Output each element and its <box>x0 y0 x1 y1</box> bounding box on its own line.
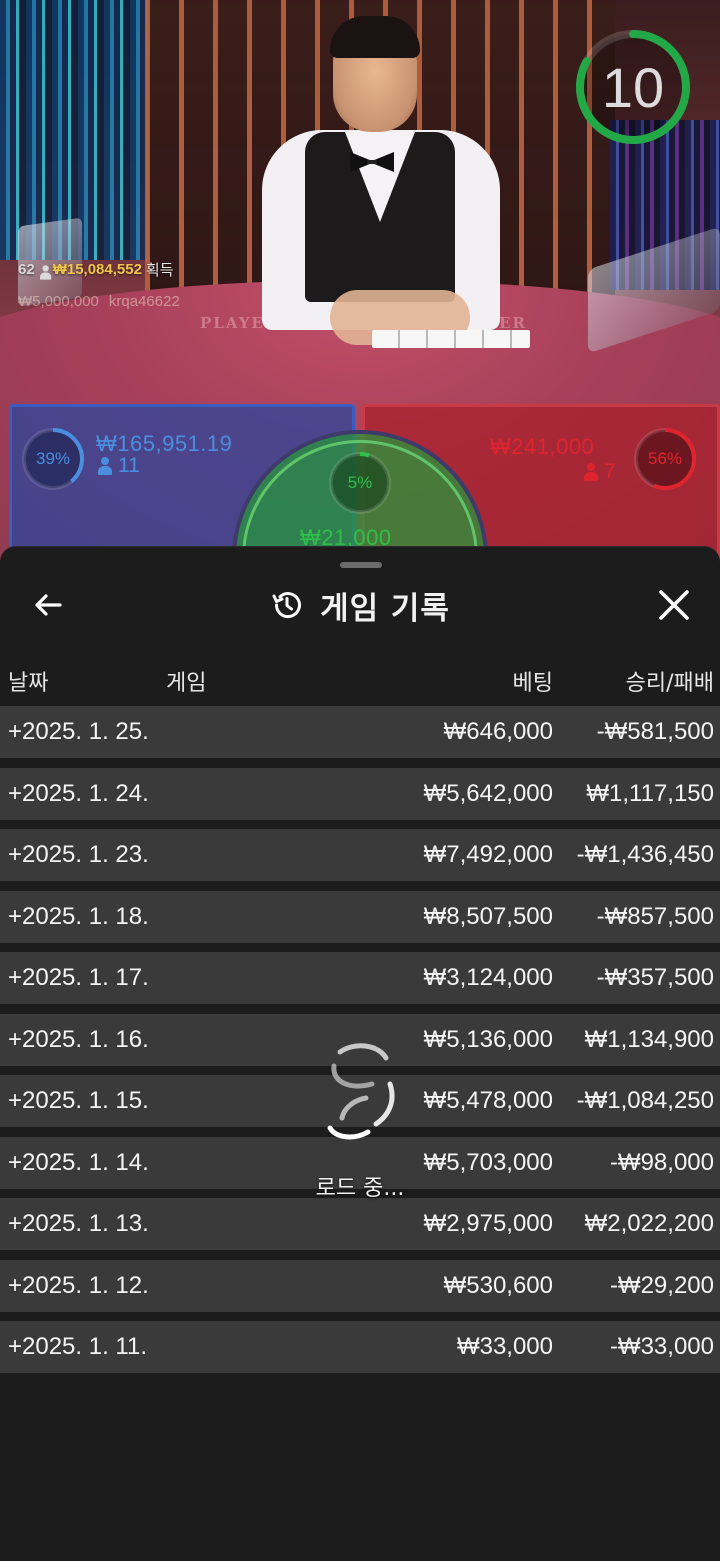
table-row[interactable]: +2025. 1. 25. ₩646,000 -₩581,500 <box>0 706 720 758</box>
row-bet: ₩5,703,000 <box>423 1148 553 1176</box>
winners-count: 62 <box>18 261 35 278</box>
row-date: +2025. 1. 12. <box>8 1271 149 1299</box>
person-icon <box>39 264 51 280</box>
row-result: -₩1,084,250 <box>576 1087 714 1114</box>
row-result: -₩29,200 <box>609 1271 714 1299</box>
banker-percent: 56% <box>647 449 683 468</box>
row-result: ₩1,117,150 <box>586 779 714 807</box>
dealt-cards <box>372 330 530 348</box>
sheet-header: 게임 기록 <box>0 575 720 635</box>
sheet-title-wrap: 게임 기록 <box>0 575 720 635</box>
winners-label: 획득 <box>145 262 174 279</box>
person-icon <box>584 463 598 481</box>
row-date: +2025. 1. 23. <box>8 841 149 868</box>
row-bet: ₩7,492,000 <box>423 841 553 868</box>
row-bet: ₩5,642,000 <box>423 779 553 807</box>
row-date: +2025. 1. 24. <box>8 779 149 807</box>
player-bettors: 11 <box>98 454 140 478</box>
row-bet: ₩530,600 <box>443 1271 553 1299</box>
banker-stake: ₩241,000 <box>490 434 595 459</box>
player-bettors-count: 11 <box>118 454 140 477</box>
table-row[interactable]: +2025. 1. 11. ₩33,000 -₩33,000 <box>0 1321 720 1373</box>
row-date: +2025. 1. 25. <box>8 718 149 745</box>
tie-percent: 5% <box>347 473 373 492</box>
top-winner-username: krqa46622 <box>108 293 180 310</box>
row-bet: ₩2,975,000 <box>423 1210 553 1237</box>
table-row[interactable]: +2025. 1. 24. ₩5,642,000 ₩1,117,150 <box>0 767 720 820</box>
row-result: -₩857,500 <box>596 902 714 930</box>
person-icon <box>98 457 112 475</box>
row-date: +2025. 1. 13. <box>8 1210 149 1237</box>
row-bet: ₩3,124,000 <box>423 964 553 991</box>
table-row[interactable]: +2025. 1. 12. ₩530,600 -₩29,200 <box>0 1259 720 1312</box>
row-date: +2025. 1. 14. <box>8 1148 149 1176</box>
column-header-game: 게임 <box>166 671 207 696</box>
row-result: -₩1,436,450 <box>576 841 714 868</box>
row-date: +2025. 1. 17. <box>8 964 149 991</box>
row-bet: ₩5,478,000 <box>423 1087 553 1114</box>
top-winner-ticker: ₩5,000,000 krqa46622 <box>18 293 180 310</box>
table-row[interactable]: +2025. 1. 13. ₩2,975,000 ₩2,022,200 <box>0 1198 720 1250</box>
winners-amount: ₩15,084,552 <box>52 261 142 278</box>
close-icon <box>659 590 689 620</box>
close-button[interactable] <box>652 583 696 627</box>
top-winner-amount: ₩5,000,000 <box>18 293 99 310</box>
row-bet: ₩646,000 <box>443 718 553 745</box>
banker-bettors-count: 7 <box>604 460 616 483</box>
row-result: -₩357,500 <box>596 964 714 991</box>
winners-ticker: 62 ₩15,084,552 획득 <box>18 259 174 280</box>
row-bet: ₩33,000 <box>456 1333 553 1360</box>
row-result: -₩98,000 <box>609 1148 714 1176</box>
loading-label: 로드 중... <box>315 1176 405 1201</box>
loading-spinner-icon <box>327 1043 395 1140</box>
row-result: -₩33,000 <box>609 1333 714 1360</box>
page-title: 게임 기록 <box>320 590 450 627</box>
table-row[interactable]: +2025. 1. 17. ₩3,124,000 -₩357,500 <box>0 952 720 1004</box>
row-date: +2025. 1. 15. <box>8 1087 149 1114</box>
table-row[interactable]: +2025. 1. 23. ₩7,492,000 -₩1,436,450 <box>0 829 720 881</box>
column-header-bet: 베팅 <box>512 671 553 696</box>
row-date: +2025. 1. 18. <box>8 902 149 930</box>
history-clock-icon <box>272 592 302 619</box>
row-result: ₩1,134,900 <box>584 1025 714 1053</box>
row-date: +2025. 1. 11. <box>8 1333 148 1360</box>
row-result: -₩581,500 <box>596 718 714 745</box>
row-result: ₩2,022,200 <box>584 1210 714 1237</box>
row-bet: ₩5,136,000 <box>423 1025 553 1053</box>
column-header-date: 날짜 <box>8 671 49 696</box>
row-bet: ₩8,507,500 <box>423 902 553 930</box>
column-header-result: 승리/패배 <box>625 671 714 696</box>
banker-bettors: 7 <box>584 460 616 484</box>
dealer-hair <box>330 16 420 58</box>
sheet-drag-handle[interactable] <box>340 562 382 568</box>
player-percent: 39% <box>35 449 71 468</box>
row-date: +2025. 1. 16. <box>8 1025 149 1053</box>
table-row[interactable]: +2025. 1. 18. ₩8,507,500 -₩857,500 <box>0 890 720 943</box>
countdown-timer-value: 10 <box>601 55 665 119</box>
